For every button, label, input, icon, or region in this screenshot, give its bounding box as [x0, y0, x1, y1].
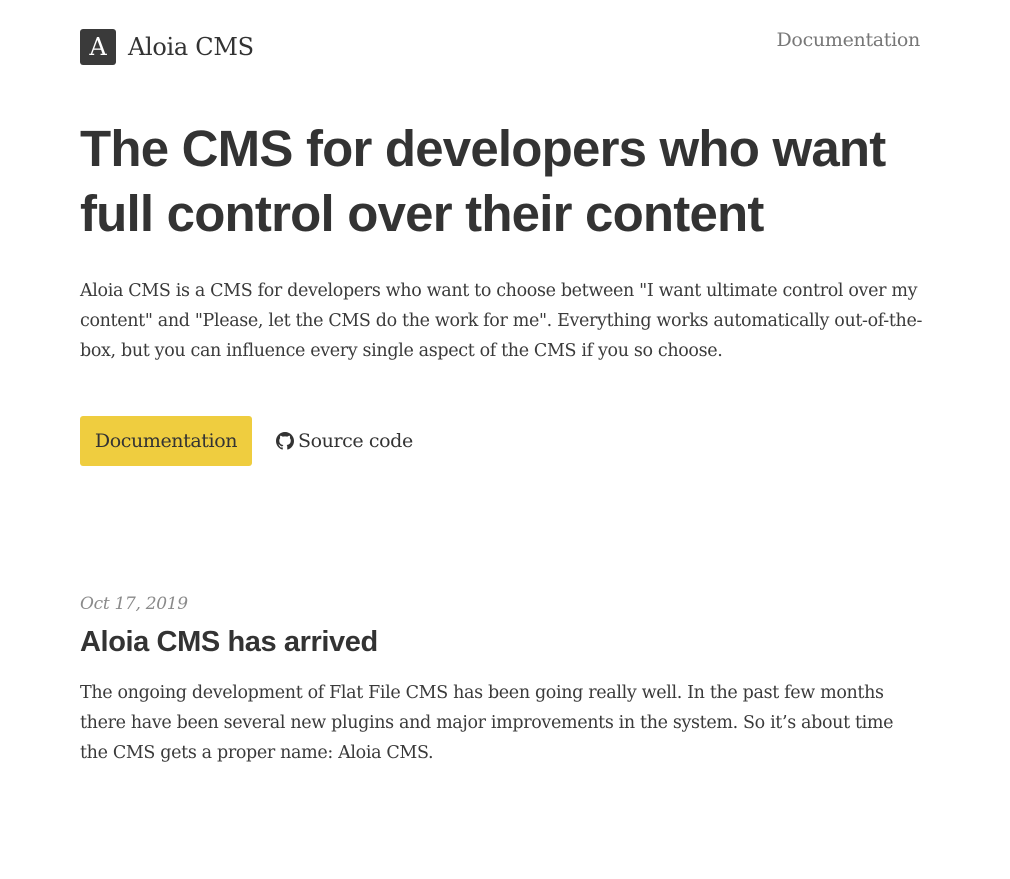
- post-title: Aloia CMS has arrived: [80, 622, 378, 662]
- source-code-link[interactable]: Source code: [276, 416, 413, 466]
- post-excerpt: The ongoing development of Flat File CMS…: [80, 683, 894, 763]
- post-date: Oct 17, 2019: [80, 594, 188, 614]
- site-logo-link[interactable]: A Aloia CMS: [80, 29, 254, 65]
- site-name: Aloia CMS: [128, 33, 254, 61]
- hero-title: The CMS for developers who want full con…: [80, 120, 886, 242]
- documentation-button[interactable]: Documentation: [80, 416, 252, 466]
- post-title-link[interactable]: Aloia CMS has arrived: [80, 626, 378, 658]
- logo-mark: A: [80, 29, 116, 65]
- source-code-label: Source code: [298, 430, 413, 452]
- github-icon: [276, 432, 294, 450]
- nav-documentation-link[interactable]: Documentation: [777, 29, 921, 51]
- hero-description: Aloia CMS is a CMS for developers who wa…: [80, 281, 923, 361]
- site-header: A Aloia CMS Documentation: [80, 29, 920, 65]
